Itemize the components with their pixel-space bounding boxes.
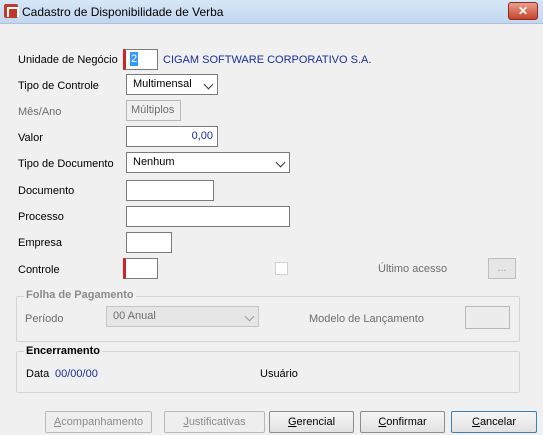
modelo-lancamento-field[interactable]: [465, 306, 510, 329]
periodo-value: 00 Anual: [113, 310, 156, 322]
confirmar-label: onfirmar: [386, 416, 427, 428]
ultimo-acesso-button[interactable]: ...: [488, 258, 516, 279]
controle-label: Controle: [18, 264, 60, 276]
processo-label: Processo: [18, 211, 64, 223]
valor-label: Valor: [18, 132, 43, 144]
app-icon: [4, 4, 19, 18]
gerencial-mnemonic: G: [287, 416, 297, 428]
acompanhamento-button[interactable]: Acompanhamento: [45, 411, 152, 433]
tipo-documento-label: Tipo de Documento: [18, 158, 114, 170]
tipo-controle-label: Tipo de Controle: [18, 80, 99, 92]
justificativas-button[interactable]: Justificativas: [164, 411, 265, 433]
cancelar-label: ancelar: [479, 416, 517, 428]
cancelar-button[interactable]: Cancelar: [451, 411, 537, 433]
empresa-input[interactable]: [126, 232, 172, 253]
periodo-label: Período: [25, 313, 64, 325]
mes-ano-field: Múltiplos: [126, 100, 181, 121]
controle-checkbox[interactable]: [275, 262, 288, 275]
unidade-name: CIGAM SOFTWARE CORPORATIVO S.A.: [163, 54, 372, 66]
unidade-code-input[interactable]: 2: [123, 49, 158, 70]
tipo-controle-value: Multimensal: [133, 78, 192, 90]
acompanhamento-label: companhamento: [61, 416, 144, 428]
close-button[interactable]: ✕: [508, 2, 538, 20]
usuario-label: Usuário: [260, 368, 298, 380]
tipo-controle-select[interactable]: Multimensal: [126, 74, 218, 95]
periodo-select[interactable]: 00 Anual: [106, 306, 259, 327]
gerencial-button[interactable]: Gerencial: [269, 411, 354, 433]
processo-input[interactable]: [126, 206, 290, 227]
data-label: Data: [26, 368, 50, 380]
folha-pagamento-title: Folha de Pagamento: [24, 289, 136, 301]
chevron-down-icon: [244, 311, 255, 322]
empresa-label: Empresa: [18, 237, 63, 249]
unidade-label: Unidade de Negócio: [18, 54, 118, 66]
encerramento-title: Encerramento: [24, 345, 102, 357]
chevron-down-icon: [275, 157, 286, 168]
mes-ano-label: Mês/Ano: [18, 106, 62, 118]
cancelar-mnemonic: C: [471, 416, 480, 428]
gerencial-label: erencial: [296, 416, 336, 428]
modelo-lancamento-label: Modelo de Lançamento: [309, 313, 424, 325]
valor-input[interactable]: 0,00: [126, 126, 218, 147]
documento-input[interactable]: [126, 180, 214, 201]
data-value: 00/00/00: [55, 368, 98, 380]
tipo-documento-value: Nenhum: [133, 156, 175, 168]
chevron-down-icon: [203, 79, 214, 90]
justificativas-label: ustificativas: [188, 416, 246, 428]
confirmar-button[interactable]: Confirmar: [360, 411, 445, 433]
controle-input[interactable]: [123, 258, 158, 279]
unidade-code-value: 2: [130, 52, 139, 66]
tipo-documento-select[interactable]: Nenhum: [126, 152, 290, 173]
window-title: Cadastro de Disponibilidade de Verba: [22, 5, 224, 19]
documento-label: Documento: [18, 185, 75, 197]
folha-pagamento-group: [16, 296, 520, 342]
title-bar: Cadastro de Disponibilidade de Verba ✕: [0, 0, 543, 24]
ultimo-acesso-label: Último acesso: [378, 263, 448, 275]
